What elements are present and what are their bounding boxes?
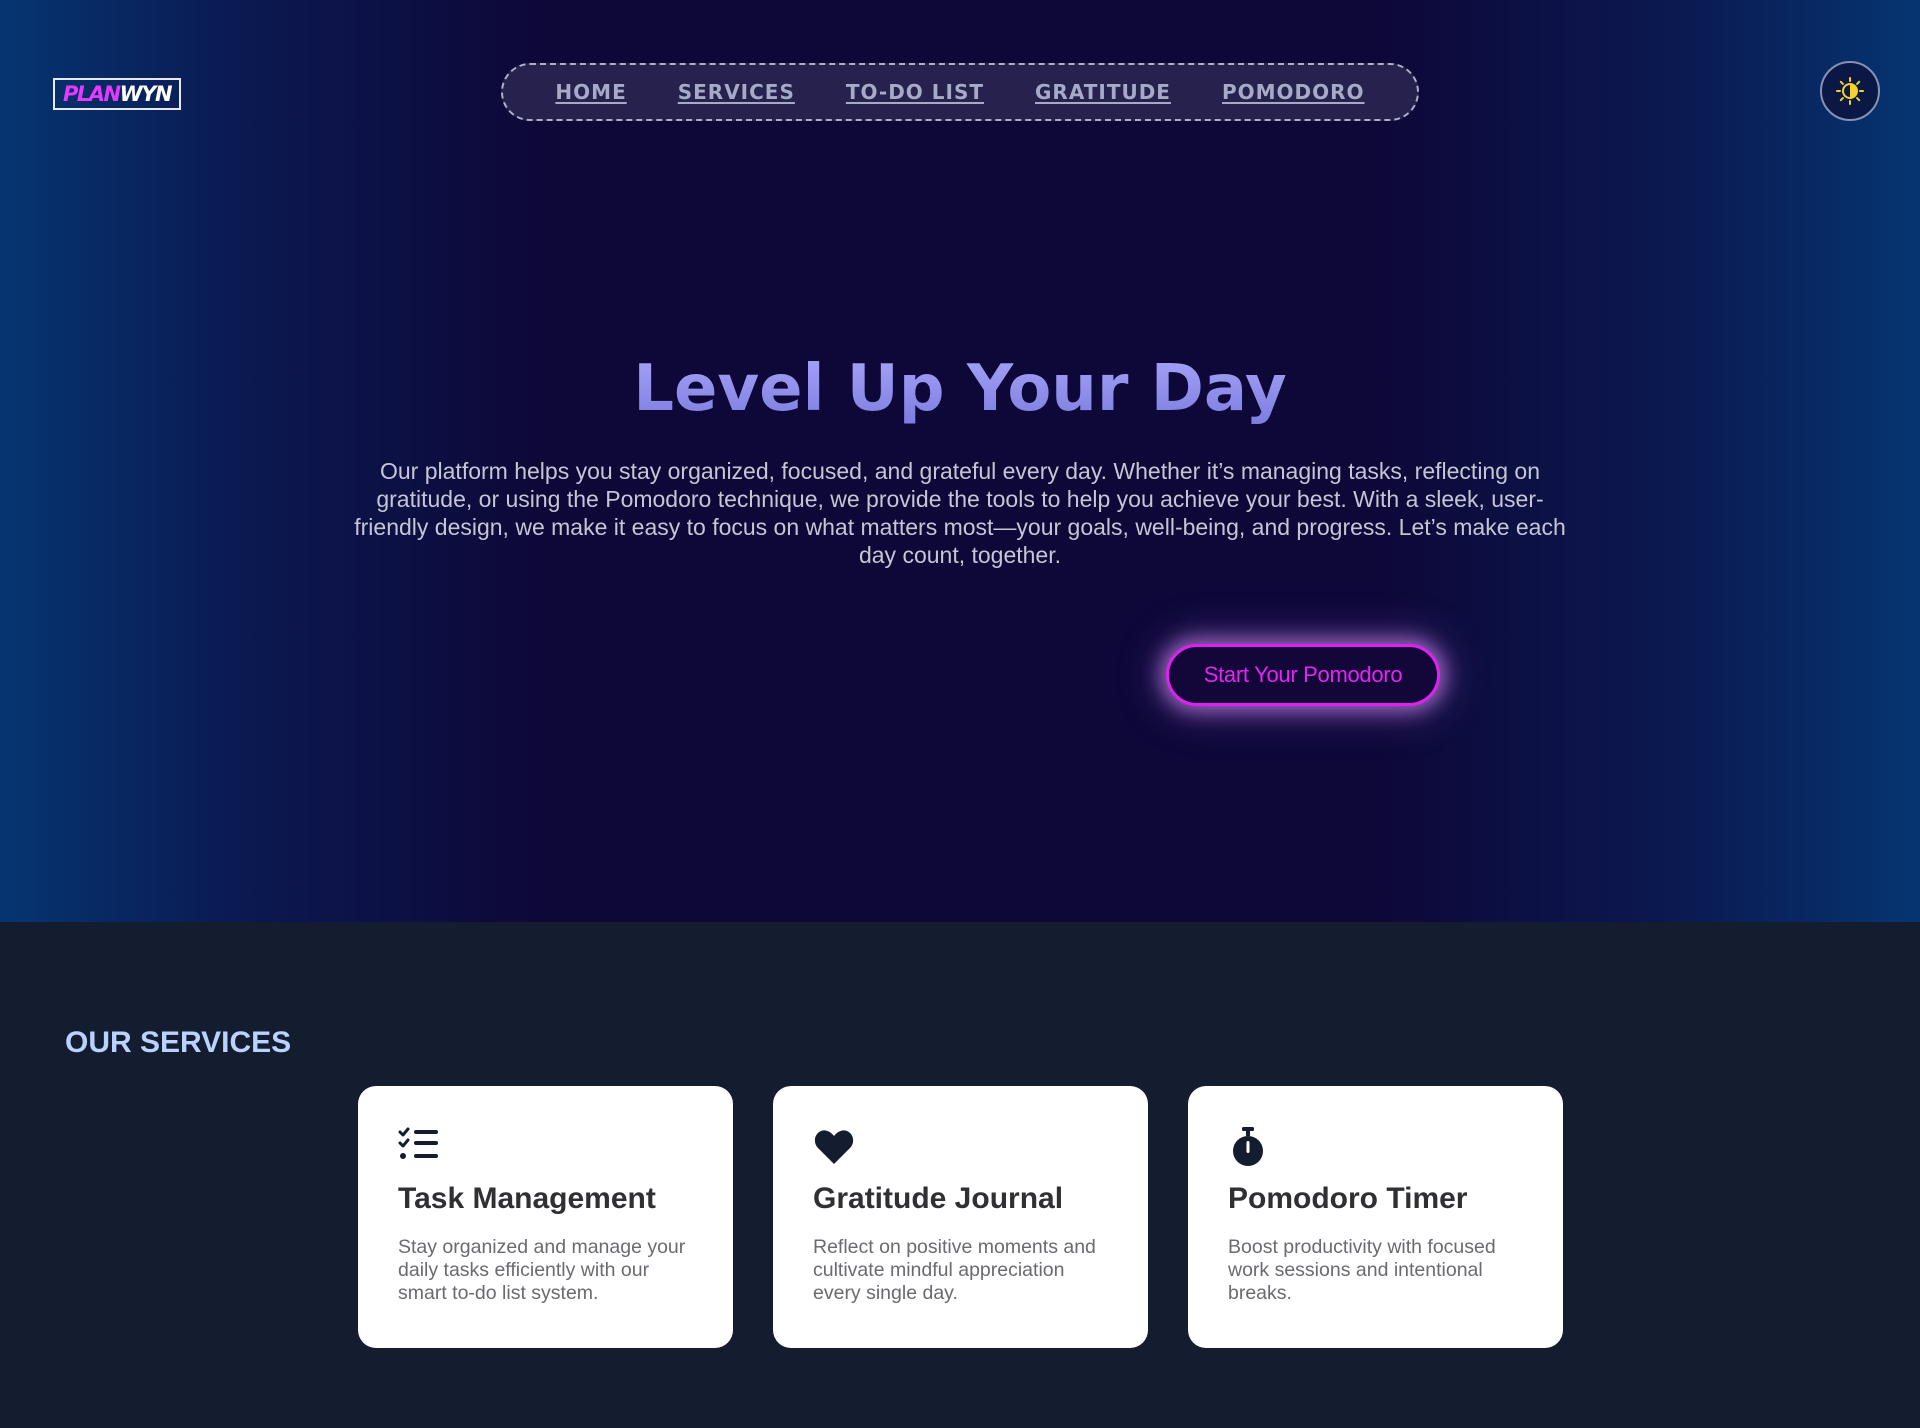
- logo-part-wyn: WYN: [119, 82, 173, 106]
- logo-part-plan: PLAN: [62, 82, 121, 106]
- hero-title: Level Up Your Day: [0, 352, 1920, 426]
- card-title: Task Management: [398, 1182, 656, 1215]
- main-nav: HOME SERVICES TO-DO LIST GRATITUDE POMOD…: [501, 63, 1419, 121]
- card-description: Reflect on positive moments and cultivat…: [813, 1236, 1096, 1304]
- sun-moon-icon: [1836, 77, 1864, 105]
- stopwatch-icon: [1233, 1127, 1263, 1166]
- service-card-gratitude-journal[interactable]: Gratitude Journal Reflect on positive mo…: [773, 1086, 1148, 1348]
- nav-link-pomodoro[interactable]: POMODORO: [1222, 80, 1365, 104]
- start-pomodoro-button[interactable]: Start Your Pomodoro: [1166, 644, 1440, 706]
- card-title: Pomodoro Timer: [1228, 1182, 1468, 1215]
- nav-link-gratitude[interactable]: GRATITUDE: [1035, 80, 1171, 104]
- checklist-icon: [398, 1127, 438, 1159]
- service-card-pomodoro-timer[interactable]: Pomodoro Timer Boost productivity with f…: [1188, 1086, 1563, 1348]
- nav-link-todo-list[interactable]: TO-DO LIST: [846, 80, 984, 104]
- card-title: Gratitude Journal: [813, 1182, 1064, 1215]
- card-description: Stay organized and manage your daily tas…: [398, 1236, 686, 1304]
- hero-description: Our platform helps you stay organized, f…: [354, 458, 1566, 568]
- hero-section: PLAN WYN HOME SERVICES TO-DO LIST GRATITU…: [0, 0, 1920, 922]
- services-title: OUR SERVICES: [65, 1026, 292, 1059]
- service-card-task-management[interactable]: Task Management Stay organized and manag…: [358, 1086, 733, 1348]
- card-description: Boost productivity with focused work ses…: [1228, 1236, 1496, 1304]
- nav-link-home[interactable]: HOME: [555, 80, 626, 104]
- logo[interactable]: PLAN WYN: [53, 78, 181, 110]
- heart-icon: [814, 1130, 854, 1164]
- theme-toggle-button[interactable]: [1820, 61, 1880, 121]
- nav-link-services[interactable]: SERVICES: [678, 80, 795, 104]
- services-section: OUR SERVICES Task Management Stay organi…: [0, 922, 1920, 1428]
